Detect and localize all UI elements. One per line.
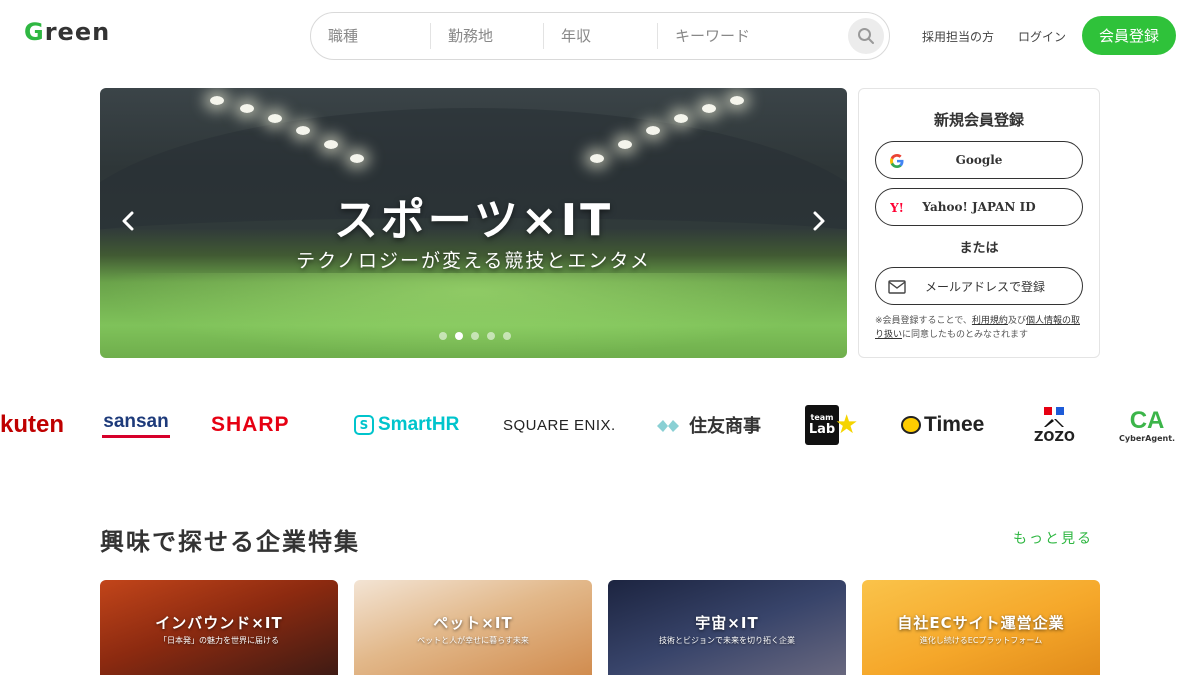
salary-field[interactable] [544, 23, 658, 49]
yahoo-icon: Y! [890, 201, 904, 215]
feature-card-subtitle: 技術とビジョンで未来を切り拓く企業 [659, 636, 795, 645]
carousel-prev-button[interactable] [118, 210, 138, 236]
site-header: Green 採用担当の方 ログイン 会員登録 [0, 0, 1200, 70]
sharp-logo[interactable]: SHARP [211, 395, 290, 455]
search-bar [310, 12, 890, 60]
cyberagent-mark-icon: CA [1129, 406, 1165, 434]
header-signup-button[interactable]: 会員登録 [1082, 16, 1176, 55]
zozo-logo[interactable]: ZOZO [1034, 395, 1075, 455]
feature-card[interactable]: 自社ECサイト運営企業 進化し続けるECプラットフォーム [862, 580, 1100, 675]
yahoo-signup-button[interactable]: Y! Yahoo! JAPAN ID [875, 188, 1083, 226]
note-prefix: ※会員登録することで、 [875, 316, 972, 326]
job-type-input[interactable] [328, 27, 430, 45]
teamlab-logo[interactable]: team Lab ★ [805, 395, 858, 455]
sumitomo-mark-icon [657, 418, 679, 432]
more-link[interactable]: もっと見る [1013, 528, 1093, 548]
feature-section-title: 興味で探せる企業特集 [100, 528, 360, 556]
salary-input[interactable] [561, 27, 657, 45]
carousel-dot[interactable] [503, 332, 511, 340]
carousel-dot[interactable] [487, 332, 495, 340]
mail-icon [888, 278, 906, 296]
feature-card-title: 自社ECサイト運営企業 [897, 614, 1065, 632]
register-or-label: または [959, 241, 999, 256]
cyberagent-logo-text: CyberAgent. [1119, 433, 1176, 443]
register-title: 新規会員登録 [933, 111, 1024, 129]
google-icon [888, 152, 906, 170]
note-and: 及び [1007, 316, 1026, 326]
zozo-logo-text: ZOZO [1034, 429, 1075, 445]
carousel-dot[interactable] [439, 332, 447, 340]
chevron-right-icon [813, 211, 825, 231]
location-input[interactable] [448, 27, 543, 45]
timee-logo[interactable]: Timee [901, 395, 984, 455]
carousel-dots [439, 332, 511, 340]
square-enix-logo[interactable]: SQUARE ENIX. [503, 395, 616, 455]
feature-card[interactable]: 宇宙×IT 技術とビジョンで未来を切り拓く企業 [608, 580, 846, 675]
feature-card[interactable]: ペット×IT ペットと人が幸せに暮らす未来 [354, 580, 592, 675]
timee-logo-text: Timee [924, 413, 985, 436]
email-signup-label: メールアドレスで登録 [924, 279, 1045, 294]
feature-card-title: ペット×IT [433, 614, 513, 632]
feature-card-title: インバウンド×IT [155, 614, 283, 632]
yahoo-signup-label: Yahoo! JAPAN ID [922, 200, 1036, 214]
keyword-input[interactable] [675, 27, 838, 45]
sansan-logo[interactable]: sansan [102, 395, 170, 455]
feature-card-title: 宇宙×IT [695, 614, 759, 632]
field-glow [100, 273, 847, 358]
note-suffix: に同意したものとみなされます [902, 330, 1029, 340]
keyword-field[interactable] [658, 23, 838, 49]
hero-subtitle: テクノロジーが変える競技とエンタメ [296, 250, 651, 272]
feature-card-subtitle: ペットと人が幸せに暮らす未来 [417, 636, 529, 645]
feature-card-subtitle: 「日本発」の魅力を世界に届ける [159, 636, 279, 645]
sansan-logo-text: sansan [103, 411, 169, 432]
smarthr-mark-icon: S [354, 415, 374, 435]
carousel-next-button[interactable] [809, 210, 829, 236]
rakuten-logo[interactable]: kuten [0, 395, 64, 455]
location-field[interactable] [431, 23, 544, 49]
carousel-dot-active[interactable] [455, 332, 463, 340]
sansan-underline [102, 435, 170, 438]
square-enix-logo-text: SQUARE ENIX. [503, 416, 616, 434]
feature-card-subtitle: 進化し続けるECプラットフォーム [919, 636, 1043, 645]
google-signup-label: Google [955, 153, 1003, 167]
logo-rest: reen [44, 18, 111, 46]
teamlab-badge: team Lab [805, 405, 839, 445]
hero-title: スポーツ×IT [333, 195, 614, 246]
green-logo[interactable]: Green [24, 18, 110, 46]
sumitomo-logo-text: 住友商事 [689, 416, 761, 437]
terms-link[interactable]: 利用規約 [972, 316, 1008, 326]
company-logo-strip: kuten sansan SHARP S SmartHR SQUARE ENIX… [0, 395, 1200, 455]
sharp-logo-text: SHARP [211, 413, 290, 436]
logo-g-mark: G [24, 18, 45, 46]
timee-face-icon [901, 416, 921, 434]
cyberagent-logo[interactable]: CA CyberAgent. [1119, 395, 1175, 455]
feature-card[interactable]: インバウンド×IT 「日本発」の魅力を世界に届ける [100, 580, 338, 675]
smarthr-logo[interactable]: S SmartHR [354, 395, 459, 455]
chevron-left-icon [122, 211, 134, 231]
zozo-mark-icon [1043, 406, 1065, 428]
teamlab-bottom-text: Lab [808, 422, 836, 437]
teamlab-top-text: team [810, 413, 834, 422]
email-signup-button[interactable]: メールアドレスで登録 [875, 267, 1083, 305]
search-icon [858, 28, 874, 44]
job-type-field[interactable] [311, 23, 431, 49]
rakuten-logo-text: kuten [0, 411, 65, 438]
smarthr-logo-text: SmartHR [378, 414, 460, 435]
search-button[interactable] [848, 18, 884, 54]
recruiter-link[interactable]: 採用担当の方 [922, 28, 994, 45]
google-signup-button[interactable]: Google [875, 141, 1083, 179]
login-link[interactable]: ログイン [1018, 28, 1066, 45]
teamlab-star-icon: ★ [835, 410, 859, 440]
register-card: 新規会員登録 Google Y! Yahoo! JAPAN ID または メール… [858, 88, 1100, 358]
sumitomo-logo[interactable]: 住友商事 [657, 395, 761, 455]
hero-carousel[interactable]: スポーツ×IT テクノロジーが変える競技とエンタメ [100, 88, 847, 358]
carousel-dot[interactable] [471, 332, 479, 340]
register-terms-note: ※会員登録することで、利用規約及び個人情報の取り扱いに同意したものとみなされます [875, 314, 1087, 342]
